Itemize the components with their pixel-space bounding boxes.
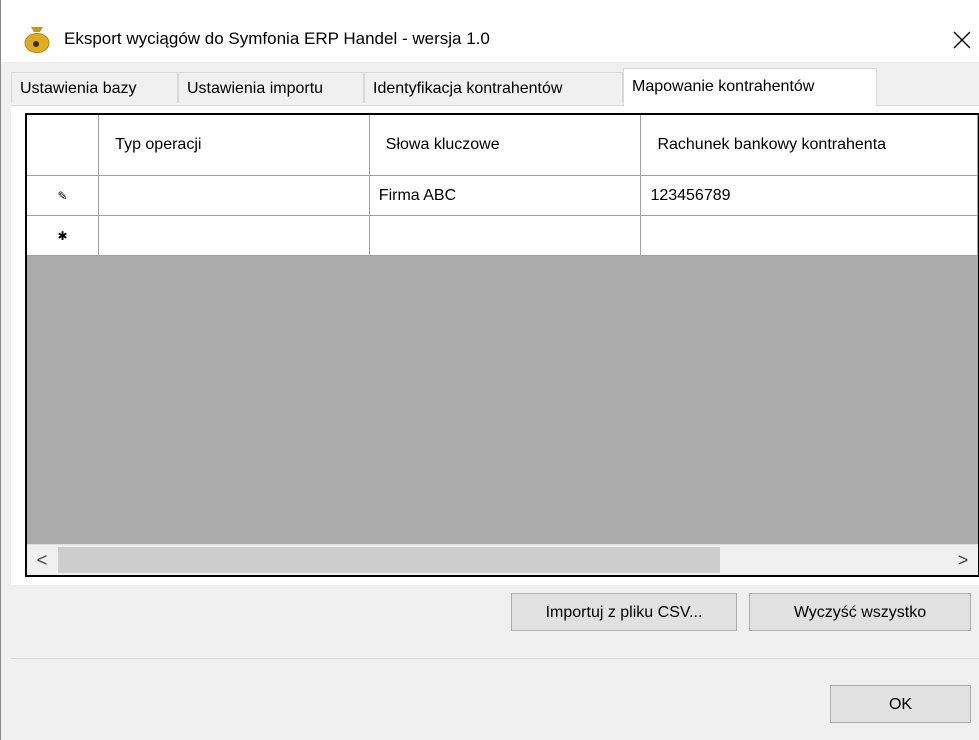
tab-ustawienia-bazy[interactable]: Ustawienia bazy <box>11 72 178 103</box>
tab-label: Mapowanie kontrahentów <box>632 78 815 95</box>
scroll-right-button[interactable]: > <box>948 545 978 575</box>
tab-label: Identyfikacja kontrahentów <box>373 80 563 97</box>
ok-button[interactable]: OK <box>830 685 971 723</box>
cell-rachunek[interactable]: 123456789 <box>640 175 978 216</box>
close-icon <box>953 31 971 49</box>
cell-slowa-kluczowe[interactable]: Firma ABC <box>369 175 642 216</box>
header-row: Typ operacji Słowa kluczowe Rachunek ban… <box>27 115 978 176</box>
table-row-new: ✱ <box>27 215 978 256</box>
tab-strip: Ustawienia bazy Ustawienia importu Ident… <box>11 68 979 106</box>
pencil-icon: ✎ <box>57 188 68 203</box>
window-title: Eksport wyciągów do Symfonia ERP Handel … <box>64 29 490 48</box>
close-button[interactable] <box>946 20 979 58</box>
mapping-table: Typ operacji Słowa kluczowe Rachunek ban… <box>27 115 978 256</box>
import-csv-button[interactable]: Importuj z pliku CSV... <box>511 593 737 631</box>
cell-typ-operacji[interactable] <box>98 175 370 216</box>
asterisk-icon: ✱ <box>57 228 68 243</box>
tab-label: Ustawienia bazy <box>20 80 137 97</box>
money-bag-icon <box>22 25 52 53</box>
cell-rachunek[interactable] <box>640 215 978 256</box>
scroll-thumb[interactable] <box>58 547 720 573</box>
dialog-window: Eksport wyciągów do Symfonia ERP Handel … <box>0 0 979 740</box>
mapping-grid[interactable]: Typ operacji Słowa kluczowe Rachunek ban… <box>25 113 979 577</box>
column-header-slowa-kluczowe[interactable]: Słowa kluczowe <box>369 115 642 176</box>
tab-ustawienia-importu[interactable]: Ustawienia importu <box>178 72 364 103</box>
table-row: ✎ Firma ABC 123456789 <box>27 175 978 216</box>
tab-mapowanie-kontrahentow[interactable]: Mapowanie kontrahentów <box>623 68 877 106</box>
tab-label: Ustawienia importu <box>187 80 324 97</box>
row-header-edit[interactable]: ✎ <box>27 175 100 216</box>
cell-slowa-kluczowe[interactable] <box>369 215 642 256</box>
corner-header[interactable] <box>27 115 100 176</box>
column-header-typ-operacji[interactable]: Typ operacji <box>98 115 370 176</box>
clear-all-button[interactable]: Wyczyść wszystko <box>749 593 971 631</box>
horizontal-scrollbar[interactable]: < > <box>27 544 978 575</box>
row-header-new[interactable]: ✱ <box>27 215 100 256</box>
tab-identyfikacja-kontrahentow[interactable]: Identyfikacja kontrahentów <box>364 72 623 103</box>
title-bar[interactable]: Eksport wyciągów do Symfonia ERP Handel … <box>1 0 979 62</box>
column-header-rachunek[interactable]: Rachunek bankowy kontrahenta <box>640 115 978 176</box>
cell-typ-operacji[interactable] <box>98 215 370 256</box>
scroll-left-button[interactable]: < <box>27 545 57 575</box>
footer-divider <box>11 658 979 659</box>
